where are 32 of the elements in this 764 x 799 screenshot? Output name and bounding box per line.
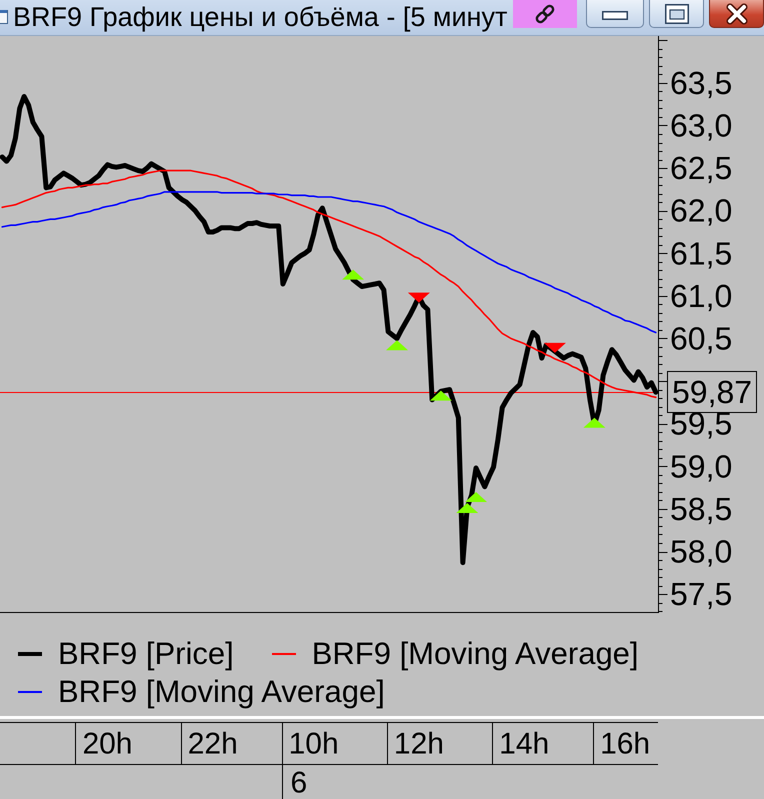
axis-label: 60,5 — [670, 320, 732, 356]
minimize-button[interactable] — [586, 0, 644, 28]
link-button[interactable] — [513, 0, 578, 28]
time-label: 22h — [188, 728, 238, 760]
axis-label: 62,0 — [670, 192, 732, 229]
axis-label: 58,0 — [670, 534, 732, 570]
time-label: 14h — [499, 728, 550, 760]
axis-label: 63,5 — [670, 64, 732, 101]
legend-label: BRF9 [Moving Average] — [312, 635, 639, 673]
time-label: 16h — [600, 728, 650, 760]
maximize-button[interactable] — [649, 0, 704, 28]
minimize-icon — [602, 11, 628, 20]
date-label: 6 — [290, 766, 308, 799]
window-title: BRF9 График цены и объёма - [5 минут — [12, 1, 508, 34]
axis-label: 63,0 — [670, 107, 732, 144]
chain-link-icon — [533, 2, 558, 26]
app-icon — [0, 10, 8, 24]
axis-label: 59,0 — [670, 448, 732, 484]
axis-label: 58,5 — [670, 490, 732, 527]
legend-label: BRF9 [Price] — [58, 635, 234, 673]
axis-label: 57,5 — [670, 576, 732, 612]
maximize-icon — [664, 4, 688, 24]
price-label: 59,87 — [667, 371, 757, 413]
close-icon — [724, 2, 748, 24]
close-button[interactable] — [709, 0, 764, 28]
legend-label: BRF9 [Moving Average] — [58, 673, 385, 711]
time-label: 10h — [288, 728, 339, 760]
axis-label: 61,5 — [670, 235, 732, 272]
axis-label: 61,0 — [670, 278, 732, 314]
time-label: 20h — [82, 728, 132, 760]
axis-label: 62,5 — [670, 150, 732, 186]
time-label: 12h — [394, 728, 444, 760]
